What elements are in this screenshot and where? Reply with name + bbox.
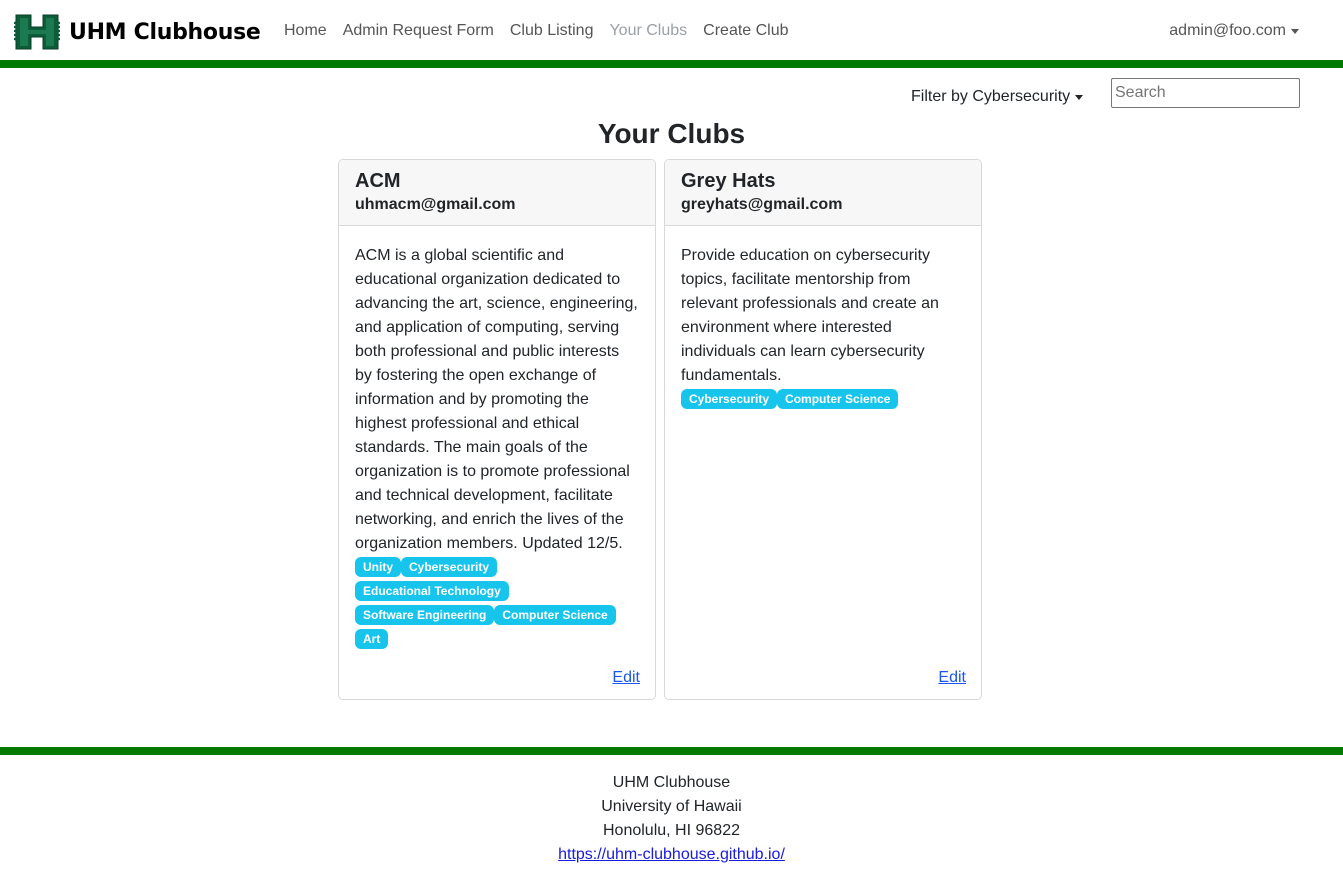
edit-link[interactable]: Edit (612, 669, 640, 687)
club-card: Grey Hats greyhats@gmail.com Provide edu… (664, 159, 982, 700)
header-divider (0, 60, 1343, 68)
footer-link[interactable]: https://uhm-clubhouse.github.io/ (558, 846, 785, 863)
filter-dropdown[interactable]: Filter by Cybersecurity (911, 88, 1084, 106)
caret-down-icon (1291, 28, 1299, 34)
interest-tag: Cybersecurity (681, 389, 778, 409)
card-header: Grey Hats greyhats@gmail.com (665, 160, 981, 226)
edit-link[interactable]: Edit (938, 669, 966, 687)
interest-tag: Art (355, 629, 389, 649)
interest-tag: Software Engineering (355, 605, 495, 625)
club-name: ACM (355, 170, 401, 192)
footer-university: University of Hawaii (601, 798, 742, 815)
nav-your-clubs[interactable]: Your Clubs (609, 22, 687, 40)
footer-site-name: UHM Clubhouse (612, 774, 731, 791)
club-card: ACM uhmacm@gmail.com ACM is a global sci… (338, 159, 656, 700)
card-body: ACM is a global scientific and education… (339, 226, 655, 653)
interest-tag: Cybersecurity (401, 557, 498, 577)
club-name: Grey Hats (681, 170, 776, 192)
card-body: Provide education on cybersecurity topic… (665, 226, 981, 413)
club-tags: Unity Cybersecurity Educational Technolo… (355, 557, 625, 653)
interest-tag: Unity (355, 557, 401, 577)
brand-name: UHM Clubhouse (69, 19, 261, 45)
nav-club-listing[interactable]: Club Listing (510, 22, 594, 40)
footer-address: Honolulu, HI 96822 (603, 822, 740, 839)
club-email: uhmacm@gmail.com (355, 196, 516, 213)
footer-divider (0, 747, 1343, 755)
caret-down-icon (1075, 94, 1084, 100)
interest-tag: Computer Science (494, 605, 616, 625)
nav-links: Home Admin Request Form Club Listing You… (276, 22, 797, 40)
nav-create-club[interactable]: Create Club (703, 22, 788, 40)
interest-tag: Educational Technology (355, 581, 509, 601)
club-tags: Cybersecurity Computer Science (681, 389, 951, 413)
nav-admin-request-form[interactable]: Admin Request Form (343, 22, 494, 40)
user-email: admin@foo.com (1169, 22, 1286, 39)
club-email: greyhats@gmail.com (681, 196, 843, 213)
club-description: Provide education on cybersecurity topic… (681, 247, 939, 384)
navbar: UHM Clubhouse Home Admin Request Form Cl… (0, 0, 1343, 60)
search-input[interactable] (1111, 78, 1300, 108)
club-description: ACM is a global scientific and education… (355, 247, 638, 552)
filter-label: Filter by Cybersecurity (911, 88, 1071, 105)
nav-home[interactable]: Home (284, 22, 327, 40)
hawaii-h-logo-icon (14, 14, 60, 50)
interest-tag: Computer Science (777, 389, 899, 409)
user-menu-dropdown[interactable]: admin@foo.com (1169, 22, 1299, 40)
brand[interactable]: UHM Clubhouse (14, 13, 261, 51)
card-header: ACM uhmacm@gmail.com (339, 160, 655, 226)
footer: UHM Clubhouse University of Hawaii Honol… (0, 771, 1343, 867)
page-title: Your Clubs (597, 118, 746, 149)
